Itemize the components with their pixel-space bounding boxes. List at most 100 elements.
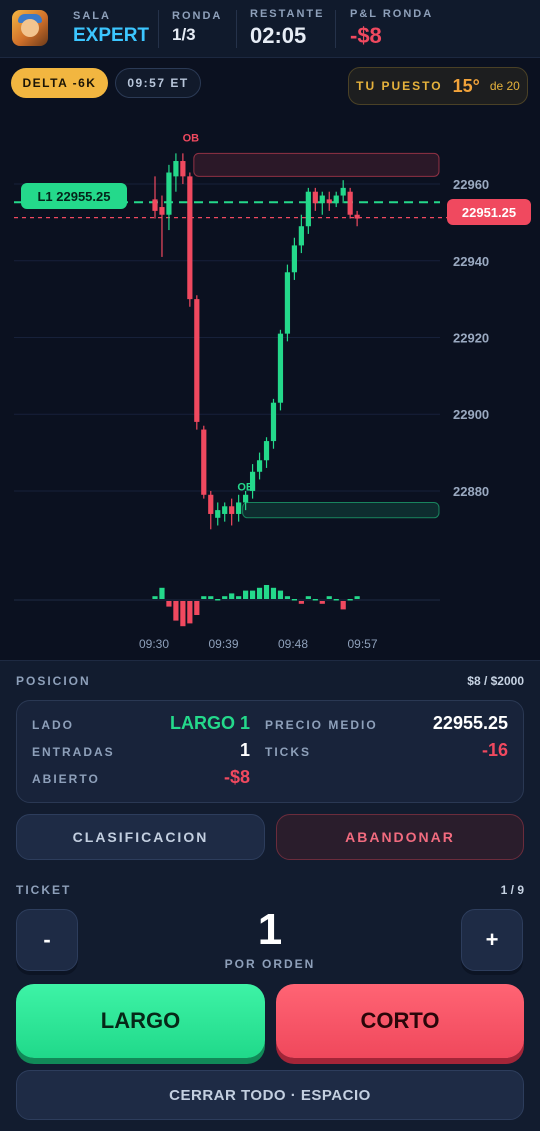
abandon-button[interactable]: ABANDONAR (276, 814, 524, 860)
clock-badge: 09:57 ET (115, 68, 201, 98)
volume-bar (354, 596, 360, 599)
player-avatar[interactable] (12, 10, 48, 46)
candle-body (201, 429, 207, 495)
decrease-quantity-button[interactable]: - (16, 909, 78, 971)
volume-bar (284, 596, 291, 599)
candle-body (277, 333, 284, 403)
header-divider (158, 10, 159, 48)
volume-bar (298, 601, 304, 604)
volume-bar (194, 601, 200, 615)
candle-body (326, 199, 332, 204)
ronda-block: RONDA 1/3 (172, 10, 222, 45)
restante-label: RESTANTE (250, 8, 325, 20)
header-divider (236, 10, 237, 48)
candle-body (256, 460, 263, 472)
volume-bar (166, 601, 172, 607)
volume-bar (243, 590, 249, 599)
close-all-button[interactable]: CERRAR TODO · ESPACIO (16, 1070, 524, 1120)
y-tick-label: 22920 (453, 330, 489, 345)
volume-bar (229, 593, 235, 599)
leaderboard-button[interactable]: CLASIFICACION (16, 814, 265, 860)
precio-medio-value: 22955.25 (432, 713, 508, 733)
rank-badge[interactable]: TU PUESTO 15° de 20 (348, 67, 528, 105)
x-tick-label: 09:48 (278, 637, 308, 651)
long-button[interactable]: LARGO (16, 984, 265, 1058)
ticket-title: TICKET (16, 883, 72, 897)
candle-body (229, 506, 235, 514)
order-block-label: OB (183, 132, 200, 144)
increase-quantity-button[interactable]: + (461, 909, 523, 971)
lado-value: LARGO 1 (169, 713, 250, 733)
sala-block: SALA EXPERT (73, 10, 149, 47)
entradas-label: ENTRADAS (32, 745, 115, 759)
candle-body (236, 502, 242, 514)
y-tick-label: 22940 (453, 254, 489, 269)
delta-badge: DELTA -6K (11, 68, 108, 98)
rank-label: TU PUESTO (356, 79, 443, 93)
candle-body (263, 441, 270, 461)
volume-bar (319, 601, 325, 604)
candle-body (312, 191, 318, 204)
candle-body (249, 471, 256, 491)
volume-bar (326, 596, 332, 599)
pnl-label: P&L RONDA (350, 8, 434, 20)
ronda-value: 1/3 (172, 25, 196, 44)
candle-body (243, 494, 249, 503)
ticks-value: -16 (481, 740, 508, 760)
restante-block: RESTANTE 02:05 (250, 8, 324, 49)
precio-medio-label: PRECIO MEDIO (265, 718, 378, 732)
candle-body (180, 161, 186, 177)
volume-bar (256, 587, 263, 599)
candle-body (298, 226, 304, 246)
volume-bar (347, 599, 353, 601)
position-title: POSICION (16, 674, 91, 688)
candle-body (340, 187, 346, 196)
y-tick-label: 22960 (453, 177, 489, 192)
sala-label: SALA (73, 10, 111, 22)
volume-bar (277, 590, 284, 599)
volume-bar (180, 601, 186, 627)
entradas-value: 1 (239, 740, 250, 760)
avatar-face (21, 19, 39, 37)
candle-body (333, 195, 339, 204)
candle-body (173, 161, 179, 177)
pnl-block: P&L RONDA -$8 (350, 8, 433, 49)
entry-price-label: L1 22955.25 (21, 183, 127, 209)
candle-body (222, 506, 228, 514)
x-tick-label: 09:30 (139, 637, 169, 651)
volume-bar (291, 599, 297, 601)
candle-body (284, 272, 291, 334)
volume-bar (152, 596, 158, 599)
rank-total: de 20 (489, 79, 520, 93)
ticket-count: 1 / 9 (500, 883, 524, 897)
quantity-value: 1 (257, 905, 283, 954)
candle-body (208, 494, 214, 514)
volume-bar (312, 599, 318, 601)
volume-bar (236, 596, 242, 599)
short-button[interactable]: CORTO (276, 984, 524, 1058)
ticks-label: TICKS (265, 745, 311, 759)
current-price-label: 22951.25 (447, 199, 531, 225)
sala-value: EXPERT (73, 25, 150, 46)
volume-bar (173, 601, 179, 621)
candle-body (166, 172, 172, 215)
volume-bar (201, 596, 207, 599)
header-divider (335, 10, 336, 48)
candle-body (270, 402, 277, 442)
volume-bar (305, 596, 311, 599)
y-tick-label: 22880 (453, 484, 489, 499)
candle-body (159, 207, 165, 215)
candle-body (305, 191, 311, 227)
abierto-value: -$8 (223, 767, 250, 787)
x-tick-label: 09:57 (347, 637, 377, 651)
ronda-label: RONDA (172, 10, 223, 22)
volume-bar (270, 587, 277, 599)
candle-body (354, 214, 360, 219)
restante-value: 02:05 (250, 23, 307, 48)
candle-body (194, 299, 200, 422)
candle-body (215, 510, 221, 518)
lado-label: LADO (32, 718, 74, 732)
abierto-label: ABIERTO (32, 772, 100, 786)
header-bar: SALA EXPERT RONDA 1/3 RESTANTE 02:05 P&L… (0, 0, 540, 58)
candle-body (152, 199, 158, 211)
